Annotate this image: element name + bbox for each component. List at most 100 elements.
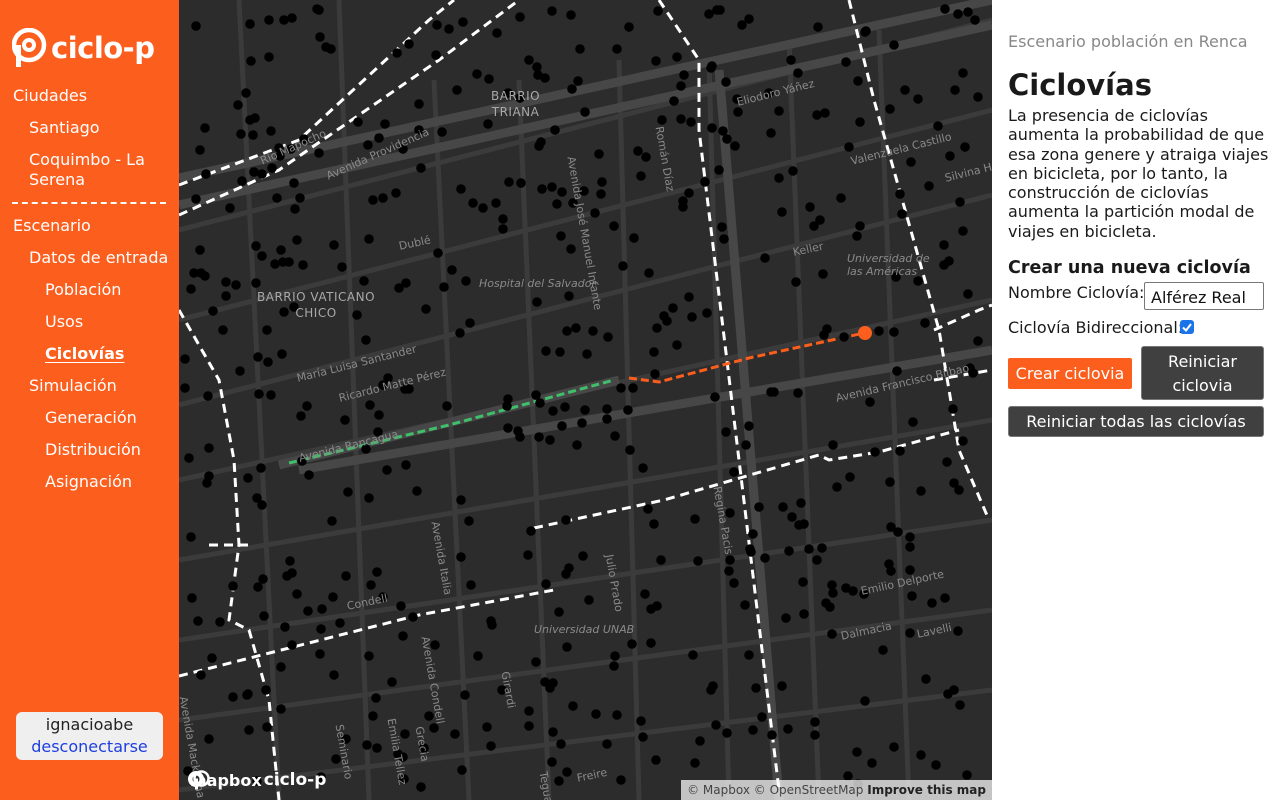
network-node[interactable] (276, 662, 286, 672)
network-node[interactable] (272, 193, 282, 203)
network-node[interactable] (594, 149, 604, 159)
network-node[interactable] (264, 52, 274, 62)
network-node[interactable] (783, 724, 793, 734)
nav-input-data[interactable]: Datos de entrada (29, 248, 168, 268)
network-node[interactable] (688, 650, 698, 660)
network-node[interactable] (931, 760, 941, 770)
network-node[interactable] (231, 280, 241, 290)
network-node[interactable] (302, 401, 312, 411)
network-node[interactable] (652, 323, 662, 333)
network-node[interactable] (572, 440, 582, 450)
network-node[interactable] (633, 146, 643, 156)
network-node[interactable] (408, 612, 418, 622)
network-node[interactable] (515, 12, 525, 22)
network-node[interactable] (940, 4, 950, 14)
network-node[interactable] (532, 297, 542, 307)
network-node[interactable] (524, 55, 534, 65)
network-node[interactable] (730, 141, 740, 151)
network-node[interactable] (810, 717, 820, 727)
network-node[interactable] (953, 626, 963, 636)
network-node[interactable] (289, 178, 299, 188)
network-node[interactable] (745, 544, 755, 554)
network-node[interactable] (465, 318, 475, 328)
network-node[interactable] (432, 20, 442, 30)
network-node[interactable] (473, 651, 483, 661)
network-node[interactable] (722, 728, 732, 738)
network-node[interactable] (372, 567, 382, 577)
network-node[interactable] (195, 245, 205, 255)
network-node[interactable] (955, 700, 965, 710)
network-node[interactable] (651, 755, 661, 765)
network-node[interactable] (561, 515, 571, 525)
network-node[interactable] (533, 70, 543, 80)
network-node[interactable] (279, 15, 289, 25)
create-bikeway-button[interactable]: Crear ciclovia (1008, 358, 1132, 389)
network-node[interactable] (287, 13, 297, 23)
network-node[interactable] (960, 142, 970, 152)
network-node[interactable] (712, 5, 722, 15)
network-node[interactable] (404, 39, 414, 49)
network-node[interactable] (878, 645, 888, 655)
network-node[interactable] (277, 349, 287, 359)
network-node[interactable] (225, 203, 235, 213)
network-node[interactable] (259, 611, 269, 621)
network-node[interactable] (374, 410, 384, 420)
network-node[interactable] (382, 465, 392, 475)
bidirectional-checkbox[interactable] (1180, 320, 1194, 334)
network-node[interactable] (314, 148, 324, 158)
network-node[interactable] (963, 7, 973, 17)
network-node[interactable] (889, 40, 899, 50)
network-node[interactable] (729, 467, 739, 477)
network-node[interactable] (416, 782, 426, 792)
network-node[interactable] (564, 291, 574, 301)
network-node[interactable] (343, 487, 353, 497)
network-node[interactable] (253, 352, 263, 362)
network-node[interactable] (774, 173, 784, 183)
network-node[interactable] (860, 27, 870, 37)
network-node[interactable] (638, 732, 648, 742)
network-node[interactable] (954, 485, 964, 495)
network-node[interactable] (365, 400, 375, 410)
network-node[interactable] (556, 739, 566, 749)
network-node[interactable] (818, 269, 828, 279)
network-node[interactable] (566, 244, 576, 254)
network-node[interactable] (690, 758, 700, 768)
network-node[interactable] (900, 85, 910, 95)
network-node[interactable] (657, 115, 667, 125)
network-node[interactable] (193, 616, 203, 626)
network-node[interactable] (744, 421, 754, 431)
network-node[interactable] (787, 512, 797, 522)
network-node[interactable] (552, 199, 562, 209)
network-node[interactable] (669, 96, 679, 106)
network-node[interactable] (244, 725, 254, 735)
network-node[interactable] (491, 198, 501, 208)
network-node[interactable] (218, 325, 228, 335)
network-node[interactable] (285, 556, 295, 566)
network-node[interactable] (335, 618, 345, 628)
network-node[interactable] (796, 498, 806, 508)
network-node[interactable] (729, 578, 739, 588)
network-node[interactable] (641, 152, 651, 162)
network-node[interactable] (650, 369, 660, 379)
network-node[interactable] (832, 482, 842, 492)
network-node[interactable] (450, 729, 460, 739)
network-node[interactable] (458, 17, 468, 27)
network-node[interactable] (751, 683, 761, 693)
network-node[interactable] (554, 776, 564, 786)
network-node[interactable] (953, 9, 963, 19)
network-node[interactable] (456, 552, 466, 562)
network-node[interactable] (433, 248, 443, 258)
network-node[interactable] (372, 743, 382, 753)
network-node[interactable] (913, 94, 923, 104)
network-node[interactable] (200, 123, 210, 133)
network-node[interactable] (254, 389, 264, 399)
network-node[interactable] (813, 22, 823, 32)
nav-simulation[interactable]: Simulación (29, 376, 117, 396)
network-node[interactable] (897, 209, 907, 219)
network-node[interactable] (368, 195, 378, 205)
brand-logo[interactable]: ciclo-p (12, 28, 155, 68)
network-node[interactable] (820, 108, 830, 118)
network-node[interactable] (371, 693, 381, 703)
network-node[interactable] (610, 651, 620, 661)
network-node[interactable] (523, 550, 533, 560)
